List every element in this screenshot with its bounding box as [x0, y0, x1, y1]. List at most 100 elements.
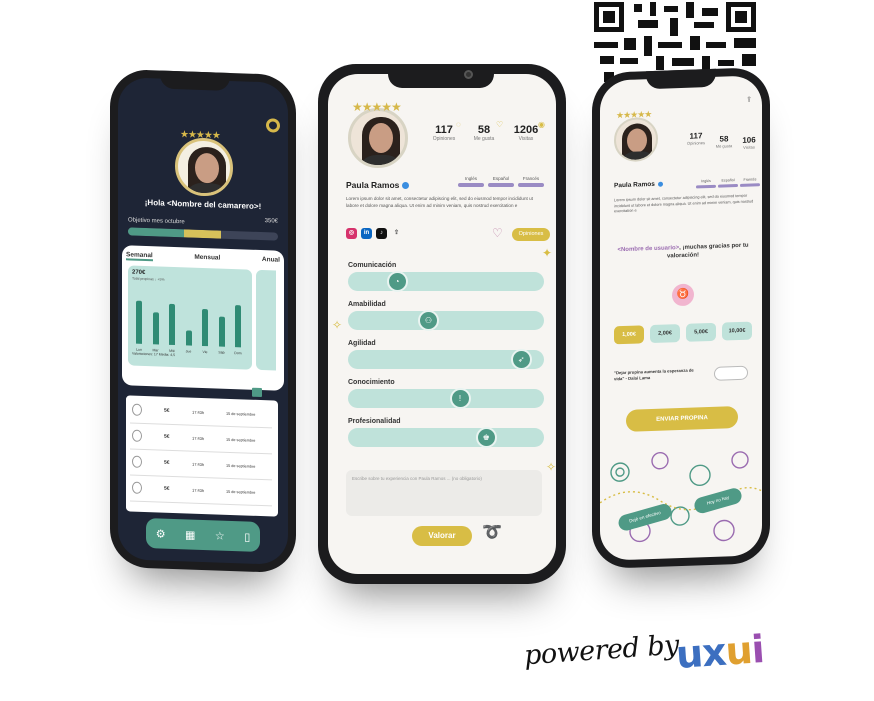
slider-agilidad[interactable]: ➶	[348, 349, 544, 370]
bulb-icon[interactable]: !	[449, 388, 471, 409]
earnings-total: 270€	[132, 269, 146, 276]
avatar	[614, 116, 658, 163]
speed-icon[interactable]: ➶	[510, 349, 532, 370]
app-logo-icon	[266, 118, 280, 133]
chart-bar	[136, 301, 142, 344]
goal-label: Objetivo mes octubre	[128, 217, 185, 226]
tip-screen: ★★★★★ ⇪ 117 Opiniones 58 Me gusta 106 Visit…	[600, 75, 762, 561]
stat-opiniones[interactable]: 117 Opiniones	[682, 131, 710, 146]
slider-label: Profesionalidad	[348, 418, 401, 425]
tip-amount: 5€	[164, 433, 170, 440]
user-icon	[132, 455, 142, 468]
tips-list: 5€ 17:43h 15 de septiembre 5€ 17:43h 15 …	[126, 395, 278, 517]
powered-by-text: powered by	[523, 629, 680, 672]
user-icon	[132, 429, 142, 442]
tip-time: 17:43h	[192, 461, 205, 468]
bio-text: Lorem ipsum dolor sit amet, consectetur …	[614, 193, 754, 214]
tiktok-icon[interactable]: ♪	[376, 228, 387, 239]
rating-screen: ★★★★★ 117 Opiniones 58 Me gusta 1206 Visita…	[328, 74, 556, 574]
goal-value: 350€	[264, 218, 278, 225]
qr-icon[interactable]: ▦	[185, 528, 195, 541]
like-heart-icon[interactable]: ♡	[492, 226, 503, 240]
list-item[interactable]: 5€ 17:43h 15 de septiembre	[130, 477, 272, 507]
chart-bar	[235, 305, 241, 348]
chart-bar	[202, 308, 208, 347]
opinions-button[interactable]: Opiniones	[512, 228, 550, 241]
slider-comunicacion[interactable]: ◔	[348, 271, 544, 292]
chat-icon: ◌	[456, 120, 461, 129]
verified-icon	[402, 182, 410, 190]
verified-icon	[657, 181, 663, 187]
greeting-text: ¡Hola <Nombre del camarero>!	[144, 197, 262, 212]
avatar	[175, 137, 233, 198]
chart-bar	[185, 330, 192, 346]
tab-mensual[interactable]: Mensual	[194, 254, 220, 264]
thanks-message: <Nombre de usuario>, ¡muchas gracias por…	[617, 242, 749, 260]
phone-notch	[646, 68, 716, 90]
chart-bar	[218, 316, 225, 347]
share-icon[interactable]: ⇪	[746, 96, 752, 104]
camera-icon	[464, 70, 473, 79]
tip-amount-button[interactable]: 5,00€	[686, 322, 716, 342]
tip-phone: ★★★★★ ⇪ 117 Opiniones 58 Me gusta 106 Visit…	[592, 66, 770, 570]
rating-stars-icon: ★★★★★	[616, 109, 652, 121]
eye-icon: ◉	[538, 120, 545, 129]
list-item[interactable]: 5€ 17:43h 15 de septiembre	[130, 425, 272, 455]
tip-date: 15 de septiembre	[226, 489, 256, 495]
tip-amount-button[interactable]: 2,00€	[650, 324, 680, 344]
tab-semanal[interactable]: Semanal	[126, 251, 153, 262]
tip-date: 15 de septiembre	[226, 463, 256, 469]
linkedin-icon[interactable]: in	[361, 228, 372, 239]
stat-likes[interactable]: 58 Me gusta	[712, 134, 736, 149]
tip-amount: 5€	[164, 459, 170, 466]
waiter-name: Paula Ramos	[614, 181, 663, 189]
chat-bubble-icon[interactable]: ◔	[386, 271, 408, 292]
list-item[interactable]: 5€ 17:43h 15 de septiembre	[130, 399, 272, 429]
phone-icon[interactable]: ▯	[244, 530, 250, 543]
day-label: Jue	[185, 349, 192, 354]
language-label: Francés	[522, 176, 540, 181]
day-label: Vie	[202, 349, 208, 355]
goal-progress-fill	[128, 227, 221, 239]
tip-time: 17:43h	[192, 409, 205, 416]
instagram-icon[interactable]: ◎	[346, 228, 357, 239]
calendar-icon[interactable]	[252, 387, 262, 398]
gear-icon[interactable]: ⚙	[156, 527, 166, 540]
comment-input[interactable]: Escribe sobre tu experiencia con Paula R…	[346, 470, 542, 516]
uxui-logo: uxui	[674, 626, 766, 678]
language-label: Inglés	[464, 176, 477, 181]
tip-amount-button[interactable]: 1,00€	[614, 325, 644, 345]
bottom-nav: ⚙ ▦ ☆ ▯	[146, 518, 260, 552]
piggy-bank-icon: ♉	[672, 283, 694, 307]
share-icon[interactable]: ⇪	[391, 228, 402, 239]
day-label: Sáb	[218, 350, 225, 355]
tip-amount: 5€	[164, 485, 170, 492]
submit-rating-button[interactable]: Valorar	[412, 526, 472, 546]
people-icon[interactable]: ⚇	[418, 310, 439, 331]
stat-visits[interactable]: 106 Visitas	[738, 135, 760, 150]
star-icon[interactable]: ☆	[215, 529, 225, 542]
language-label: Inglés	[701, 178, 711, 184]
waiter-dashboard-phone: ★★★★★ ¡Hola <Nombre del camarero>! Objet…	[110, 68, 296, 574]
list-item[interactable]: 5€ 17:43h 15 de septiembre	[130, 451, 272, 481]
tip-amount-button[interactable]: 10,00€	[722, 321, 752, 341]
sparkle-icon: ✦	[542, 246, 553, 260]
language-label: Francés	[743, 177, 757, 182]
slider-conocimiento[interactable]: !	[348, 388, 544, 409]
tab-anual[interactable]: Anual	[262, 256, 280, 266]
day-label: Dom	[234, 351, 242, 356]
languages: Inglés Español Francés	[458, 176, 544, 187]
send-tip-button[interactable]: ENVIAR PROPINA	[626, 406, 738, 432]
slider-amabilidad[interactable]: ⚇	[348, 310, 544, 331]
chart-bar	[152, 312, 159, 345]
slider-label: Conocimiento	[348, 379, 395, 386]
user-icon	[132, 403, 142, 416]
avatar	[348, 108, 408, 168]
custom-amount-input[interactable]	[714, 365, 748, 381]
quote-text: "Dejar propina aumenta la esperanza de v…	[614, 367, 694, 382]
waiter-name: Paula Ramos	[346, 180, 410, 190]
slider-label: Agilidad	[348, 340, 376, 347]
slider-profesionalidad[interactable]: ♚	[348, 427, 544, 448]
tip-date: 15 de septiembre	[226, 411, 256, 417]
professional-icon[interactable]: ♚	[475, 427, 497, 448]
